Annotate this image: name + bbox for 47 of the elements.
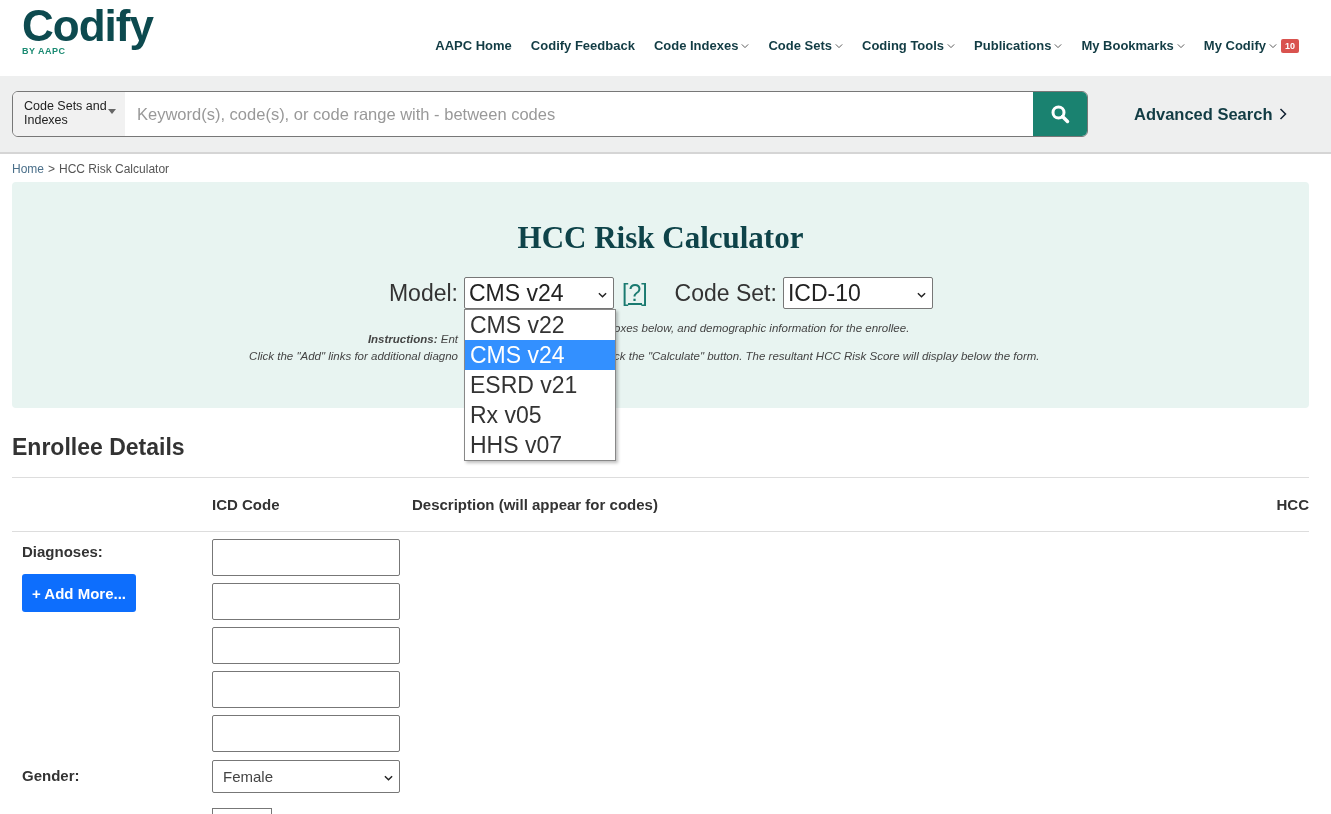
breadcrumb-separator: > [48,162,56,176]
model-option[interactable]: CMS v22 [465,310,615,340]
code-set-label: Code Set: [674,279,777,307]
chevron-down-icon [916,291,926,298]
notification-badge: 10 [1281,38,1299,53]
icd-code-field[interactable] [212,539,400,576]
nav-link[interactable]: Code Sets [768,38,843,53]
nav-link[interactable]: Coding Tools [862,38,956,53]
caret-down-icon [108,109,116,114]
model-option[interactable]: ESRD v21 [465,370,615,400]
search-field[interactable]: Code Sets and Indexes Keyword(s), code(s), or code range with - between codes [12,91,1088,137]
calculator-title: HCC Risk Calculator [516,220,805,256]
add-more-button[interactable]: + Add More... [22,574,137,612]
model-option[interactable]: HHS v07 [465,430,615,460]
codify-logo[interactable]: Codify BY AAPC [22,2,153,56]
gender-select[interactable]: Female [212,760,400,793]
scope-dropdown[interactable]: Code Sets and Indexes [13,92,125,136]
nav-link[interactable]: Codify Feedback [530,38,635,53]
nav-link[interactable]: My Codify [1203,38,1277,53]
diagnoses-label: Diagnoses: [22,543,103,560]
icd-code-field[interactable] [212,715,400,752]
chevron-down-icon [598,291,607,298]
nav-link[interactable]: AAPC Home [435,38,512,53]
column-header: Description (will appear for codes) [412,496,659,513]
column-header: HCC [1275,496,1309,513]
advanced-search-link[interactable]: Advanced Search [1134,104,1288,124]
help-link[interactable]: [?] [622,279,648,307]
icd-code-field[interactable] [212,627,400,664]
model-select[interactable]: CMS v24 [464,277,614,309]
instructions-text: Instructions: Ent [366,332,460,347]
search-button[interactable] [1033,92,1087,136]
nav-link[interactable]: Code Indexes [653,38,750,53]
gender-label: Gender: [22,767,80,784]
breadcrumb-link[interactable]: Home [12,162,44,176]
instructions-text: Click the "Add" links for additional diagno [248,349,459,364]
nav-link[interactable]: My Bookmarks [1081,38,1185,53]
model-option[interactable]: Rx v05 [465,400,615,430]
search-icon [1050,104,1070,124]
chevron-right-icon [1279,108,1288,120]
nav-link[interactable]: Publications [974,38,1063,53]
breadcrumb-current: HCC Risk Calculator [59,162,170,176]
chevron-down-icon [384,774,393,781]
icd-code-field[interactable] [212,583,400,620]
column-header: ICD Code [212,496,281,513]
icd-code-field[interactable] [212,671,400,708]
model-label: Model: [387,279,459,307]
code-set-select[interactable]: ICD-10 [782,277,933,309]
